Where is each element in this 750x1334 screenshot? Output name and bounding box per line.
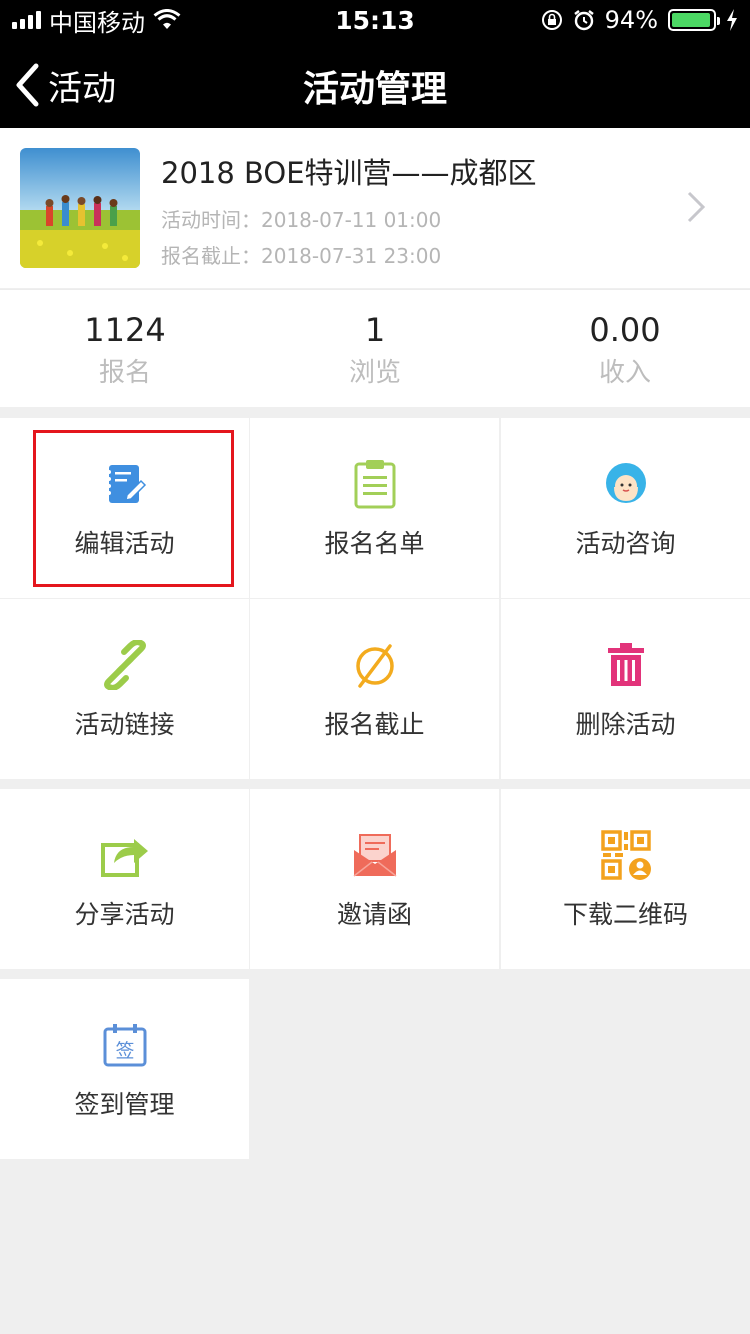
top-bar: 中国移动 15:13 94% 活动 活动管理 <box>0 0 750 128</box>
delete-activity-button[interactable]: 删除活动 <box>501 599 750 779</box>
activity-consult-button[interactable]: 活动咨询 <box>501 418 750 598</box>
battery-percent: 94% <box>604 6 658 34</box>
battery-level <box>672 13 710 27</box>
cell-label: 签到管理 <box>74 1090 175 1119</box>
event-stats: 1124 报名 1 浏览 0.00 收入 <box>0 289 750 407</box>
invitation-button[interactable]: 邀请函 <box>250 789 499 969</box>
share-activity-button[interactable]: 分享活动 <box>0 789 249 969</box>
signup-list-button[interactable]: 报名名单 <box>250 418 499 598</box>
empty-set-icon <box>250 639 499 691</box>
stat-label: 收入 <box>598 358 651 388</box>
event-time: 活动时间：2018-07-11 01:00 <box>161 208 442 232</box>
status-bar: 中国移动 15:13 94% <box>0 0 750 40</box>
sign-in-calendar-icon: 签 <box>0 1019 249 1071</box>
signup-deadline-button[interactable]: 报名截止 <box>250 599 499 779</box>
charging-bolt-icon <box>727 9 737 31</box>
sign-in-glyph: 签 <box>115 1040 134 1062</box>
battery-icon <box>668 9 720 31</box>
cell-label: 邀请函 <box>336 900 412 929</box>
event-title: 2018 BOE特训营——成都区 <box>161 156 537 190</box>
stat-label: 报名 <box>98 358 151 388</box>
link-icon <box>0 639 249 691</box>
envelope-icon <box>250 829 499 881</box>
event-thumbnail <box>20 148 140 268</box>
cell-label: 活动咨询 <box>575 529 676 558</box>
stat-value: 1124 <box>84 311 166 349</box>
stat-value: 0.00 <box>589 311 661 349</box>
cell-label: 下载二维码 <box>562 900 688 929</box>
stat-views: 1 浏览 <box>250 290 500 407</box>
status-right: 94% <box>541 6 738 34</box>
cell-label: 活动链接 <box>74 710 175 739</box>
trash-icon <box>501 639 750 691</box>
alarm-icon <box>573 10 594 31</box>
cell-label: 编辑活动 <box>74 529 175 558</box>
stat-income: 0.00 收入 <box>500 290 750 407</box>
cell-label: 报名名单 <box>324 529 425 558</box>
clipboard-list-icon <box>250 458 499 510</box>
stat-label: 浏览 <box>348 358 401 388</box>
event-card[interactable]: 2018 BOE特训营——成都区 活动时间：2018-07-11 01:00 报… <box>0 128 750 288</box>
cell-label: 报名截止 <box>324 710 425 739</box>
download-qr-code-button[interactable]: 下载二维码 <box>501 789 750 969</box>
edit-notebook-icon <box>0 458 249 510</box>
cell-label: 删除活动 <box>575 710 676 739</box>
chevron-right-icon <box>687 191 706 223</box>
stat-signups: 1124 报名 <box>0 290 250 407</box>
edit-activity-button[interactable]: 编辑活动 <box>0 418 249 598</box>
customer-service-icon <box>501 458 750 510</box>
event-deadline: 报名截止：2018-07-31 23:00 <box>161 244 442 268</box>
check-in-management-button[interactable]: 签 签到管理 <box>0 979 249 1159</box>
stat-value: 1 <box>364 311 386 349</box>
qr-code-icon <box>501 829 750 881</box>
activity-link-button[interactable]: 活动链接 <box>0 599 249 779</box>
page-title: 活动管理 <box>302 69 447 110</box>
share-icon <box>0 829 249 881</box>
rotation-lock-icon <box>541 10 562 30</box>
cell-label: 分享活动 <box>74 900 175 929</box>
